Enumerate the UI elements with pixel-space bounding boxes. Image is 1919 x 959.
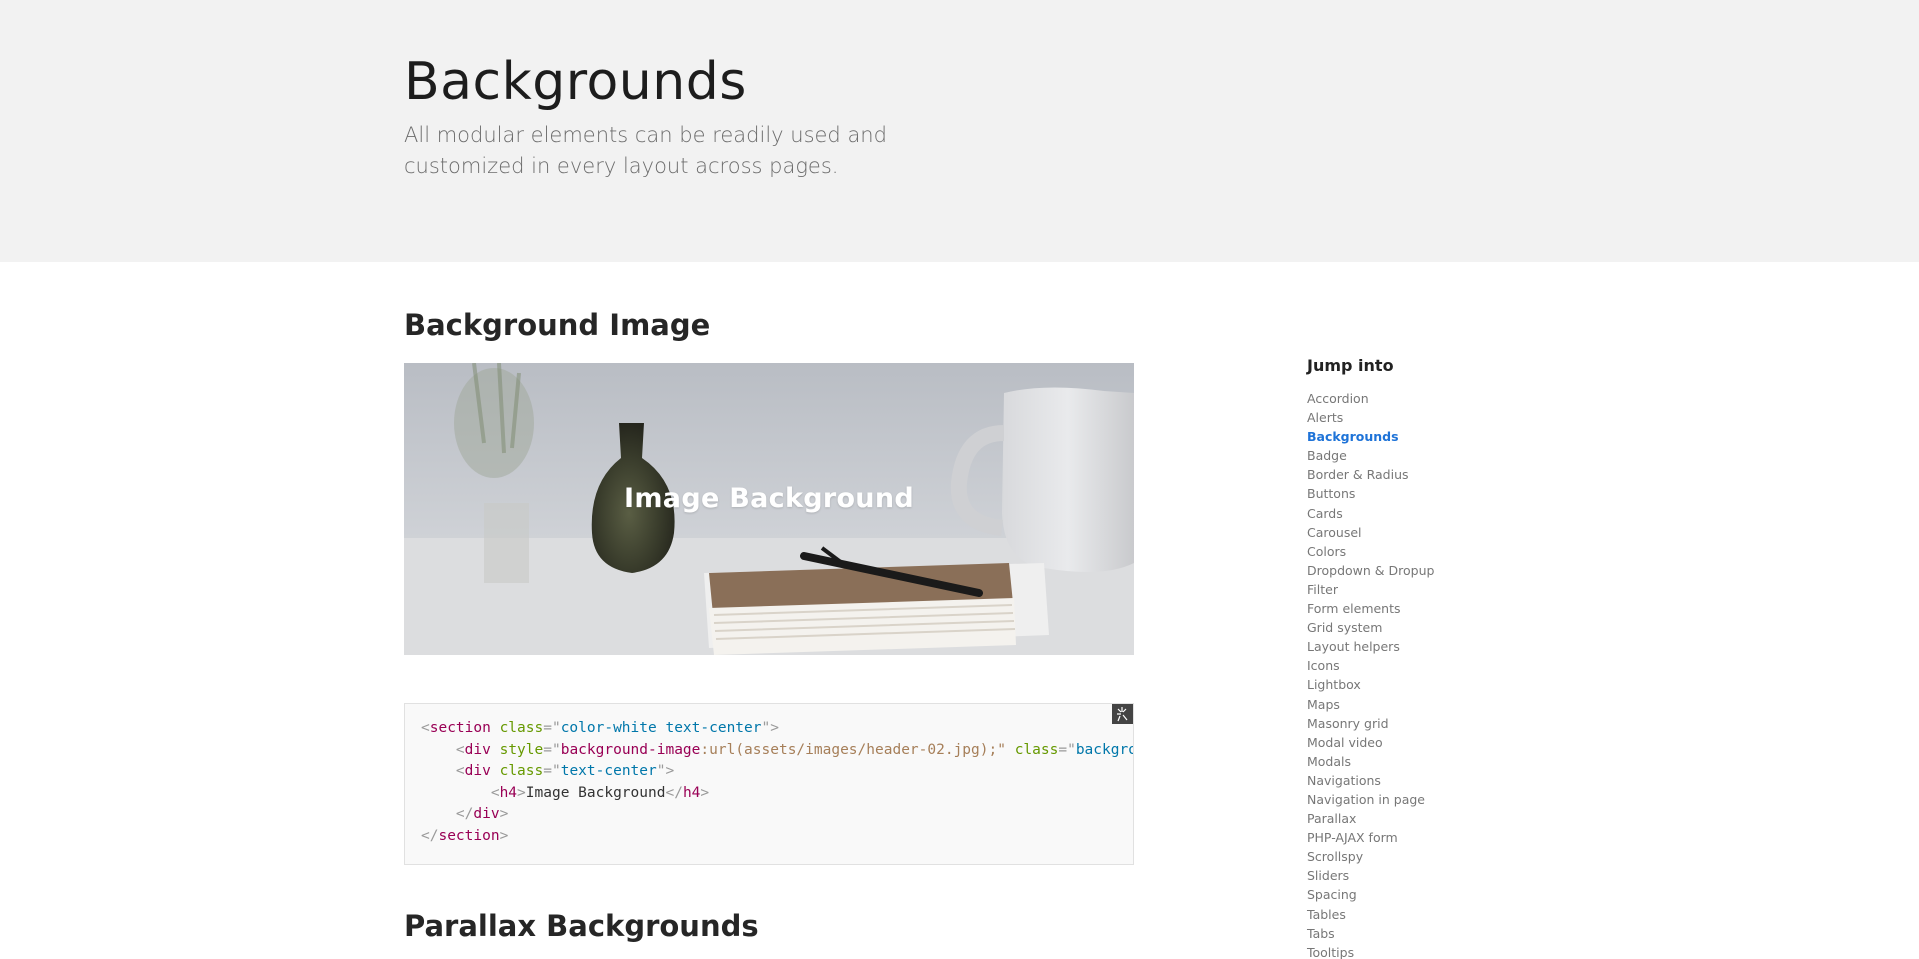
section-title-background-image: Background Image: [404, 308, 711, 342]
jump-into-sidebar: Jump into Accordion Alerts Backgrounds Badg…: [1307, 356, 1434, 959]
sidebar-item-modals[interactable]: Modals: [1307, 752, 1434, 771]
sidebar-item-buttons[interactable]: Buttons: [1307, 484, 1434, 503]
sidebar-item-alerts[interactable]: Alerts: [1307, 408, 1434, 427]
sidebar-item-icons[interactable]: Icons: [1307, 656, 1434, 675]
page-header: Backgrounds All modular elements can be …: [0, 0, 1919, 262]
page-subtitle: All modular elements can be readily used…: [404, 123, 887, 178]
sidebar-item-scrollspy[interactable]: Scrollspy: [1307, 847, 1434, 866]
sidebar-item-navigations[interactable]: Navigations: [1307, 771, 1434, 790]
sidebar-item-layout-helpers[interactable]: Layout helpers: [1307, 637, 1434, 656]
sidebar-item-grid-system[interactable]: Grid system: [1307, 618, 1434, 637]
sidebar-item-accordion[interactable]: Accordion: [1307, 389, 1434, 408]
code-snippet[interactable]: <section class="color-white text-center"…: [404, 703, 1134, 865]
code-block: <section class="color-white text-center"…: [421, 720, 1133, 844]
sidebar-item-dropdown-dropup[interactable]: Dropdown & Dropup: [1307, 561, 1434, 580]
sidebar-item-carousel[interactable]: Carousel: [1307, 523, 1434, 542]
sidebar-item-cards[interactable]: Cards: [1307, 504, 1434, 523]
sidebar-item-lightbox[interactable]: Lightbox: [1307, 675, 1434, 694]
image-background-caption: Image Background: [624, 483, 914, 514]
sidebar-item-backgrounds[interactable]: Backgrounds: [1307, 427, 1434, 446]
sidebar-item-filter[interactable]: Filter: [1307, 580, 1434, 599]
sidebar-item-modal-video[interactable]: Modal video: [1307, 733, 1434, 752]
sidebar-title: Jump into: [1307, 356, 1394, 375]
sidebar-list: Accordion Alerts Backgrounds Badge Border & …: [1307, 389, 1434, 959]
sidebar-item-parallax[interactable]: Parallax: [1307, 809, 1434, 828]
sidebar-item-masonry-grid[interactable]: Masonry grid: [1307, 714, 1434, 733]
sidebar-item-sliders[interactable]: Sliders: [1307, 866, 1434, 885]
sidebar-item-colors[interactable]: Colors: [1307, 542, 1434, 561]
sidebar-item-tooltips[interactable]: Tooltips: [1307, 943, 1434, 959]
image-background-demo: Image Background: [404, 363, 1134, 655]
sidebar-item-php-ajax-form[interactable]: PHP-AJAX form: [1307, 828, 1434, 847]
sidebar-item-maps[interactable]: Maps: [1307, 695, 1434, 714]
sidebar-item-tables[interactable]: Tables: [1307, 905, 1434, 924]
sidebar-item-form-elements[interactable]: Form elements: [1307, 599, 1434, 618]
sidebar-item-spacing[interactable]: Spacing: [1307, 885, 1434, 904]
sidebar-item-navigation-in-page[interactable]: Navigation in page: [1307, 790, 1434, 809]
sidebar-item-tabs[interactable]: Tabs: [1307, 924, 1434, 943]
sidebar-item-border-radius[interactable]: Border & Radius: [1307, 465, 1434, 484]
section-title-parallax: Parallax Backgrounds: [404, 909, 759, 943]
sidebar-item-badge[interactable]: Badge: [1307, 446, 1434, 465]
page-title: Backgrounds: [404, 52, 747, 112]
